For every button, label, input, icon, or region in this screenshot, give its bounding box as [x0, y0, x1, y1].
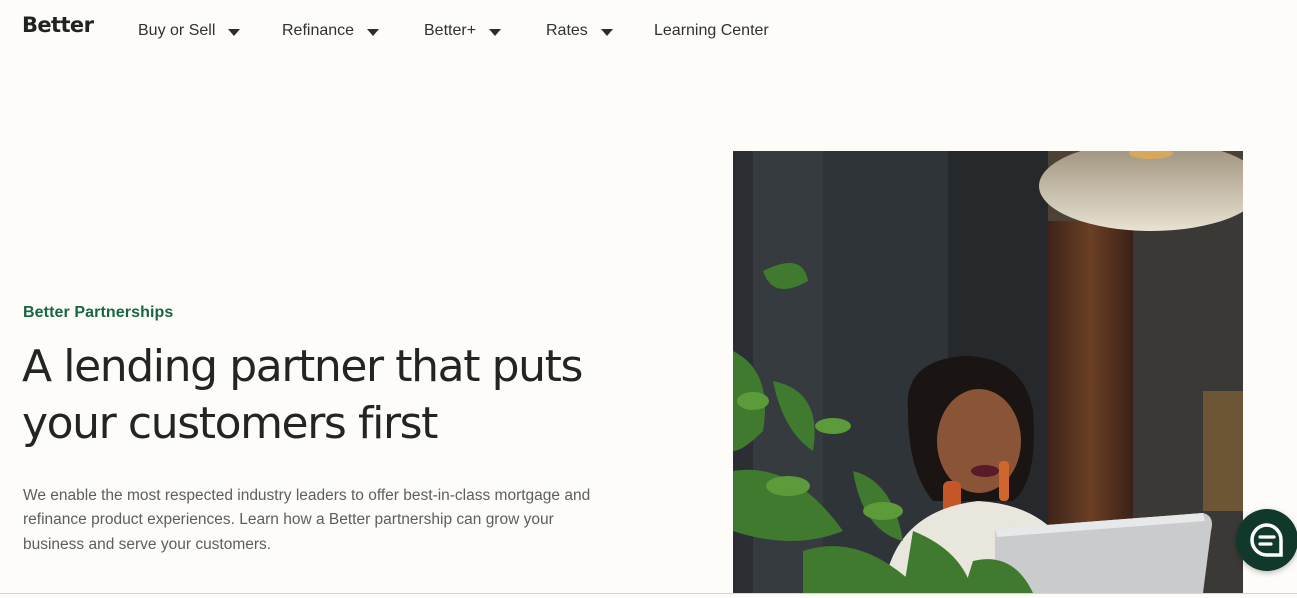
hero-description: We enable the most respected industry le… — [23, 487, 591, 553]
headline-line-1: A lending partner that puts — [22, 341, 583, 392]
caret-down-icon — [489, 28, 502, 36]
nav-label: Buy or Sell — [138, 22, 216, 39]
chat-button[interactable] — [1236, 509, 1297, 571]
nav-label: Refinance — [282, 22, 355, 39]
hero-photo-illustration — [733, 151, 1243, 593]
caret-down-icon — [600, 28, 613, 36]
bottom-divider — [0, 593, 1297, 594]
nav-label: Rates — [546, 22, 588, 39]
top-navigation: Better Buy or Sell Refinance Better+ Rat… — [0, 0, 1297, 62]
chat-bubble-icon — [1250, 523, 1283, 557]
hero-headline: A lending partner that puts your custome… — [22, 338, 642, 452]
caret-down-icon — [367, 28, 380, 36]
section-eyebrow: Better Partnerships — [23, 304, 174, 321]
nav-label: Learning Center — [654, 22, 769, 39]
nav-buy-or-sell[interactable]: Buy or Sell — [138, 21, 241, 41]
nav-learning-center[interactable]: Learning Center — [654, 21, 769, 41]
better-logo[interactable]: Better — [22, 13, 94, 37]
nav-label: Better+ — [424, 22, 477, 39]
caret-down-icon — [228, 28, 241, 36]
nav-rates[interactable]: Rates — [546, 21, 613, 41]
headline-line-2: your customers first — [22, 398, 438, 449]
nav-better-plus[interactable]: Better+ — [424, 21, 502, 41]
hero-photo — [733, 151, 1243, 593]
nav-refinance[interactable]: Refinance — [282, 21, 380, 41]
